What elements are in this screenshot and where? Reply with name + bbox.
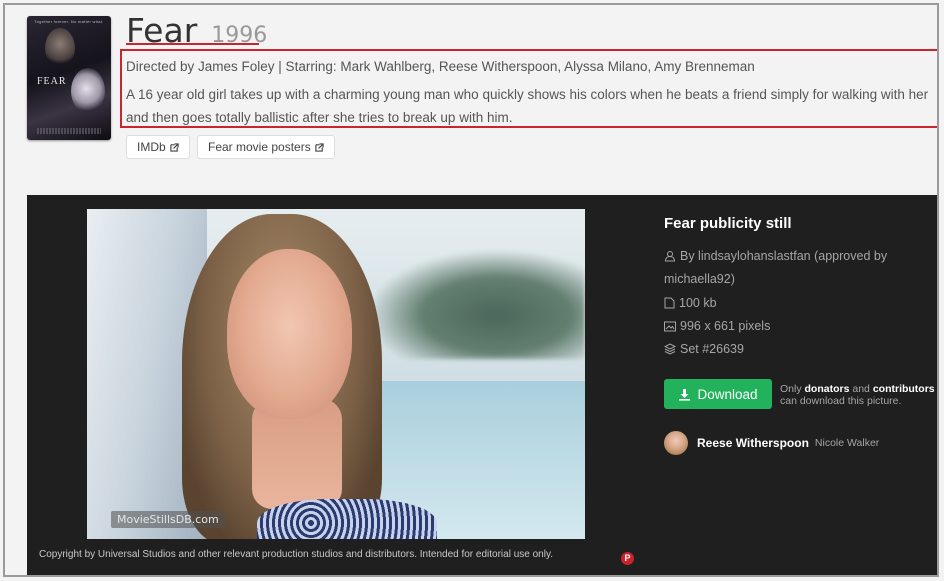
poster-title: FEAR xyxy=(37,76,67,87)
posters-button-label: Fear movie posters xyxy=(208,140,311,154)
note-suffix: can download this picture. xyxy=(780,395,902,407)
download-label: Download xyxy=(697,386,758,402)
actor-role: Nicole Walker xyxy=(814,437,880,449)
dimensions-info: 996 x 661 pixels xyxy=(664,315,770,338)
file-icon xyxy=(664,297,675,309)
pinterest-icon[interactable]: P xyxy=(621,552,634,565)
imdb-button-label: IMDb xyxy=(137,140,166,154)
filesize-info: 100 kb xyxy=(664,292,717,315)
uploader-text: By lindsaylohanslastfan (approved by mic… xyxy=(664,249,888,286)
watermark: MovieStillsDB.com xyxy=(111,511,225,528)
photo-face xyxy=(227,249,352,419)
set-info[interactable]: Set #26639 xyxy=(663,338,744,361)
user-icon xyxy=(664,251,676,262)
poster-tagline: Together forever. No matter what. xyxy=(34,19,104,24)
avatar xyxy=(664,431,688,455)
page-frame: Together forever. No matter what. FEAR F… xyxy=(3,3,939,577)
photo-trees xyxy=(365,249,585,359)
image-icon xyxy=(664,321,676,332)
posters-button[interactable]: Fear movie posters xyxy=(197,135,335,159)
photo-top xyxy=(257,499,437,539)
download-icon xyxy=(679,388,691,401)
external-link-icon xyxy=(169,142,179,152)
note-prefix: Only xyxy=(780,383,802,395)
dimensions-text: 996 x 661 pixels xyxy=(680,319,771,333)
contributors-link[interactable]: contributors xyxy=(873,383,935,395)
synopsis: A 16 year old girl takes up with a charm… xyxy=(126,87,929,125)
uploader-info: By lindsaylohanslastfan (approved by mic… xyxy=(664,245,904,291)
title-underline xyxy=(126,43,259,45)
download-restriction-note: Only donators and contributors can downl… xyxy=(780,383,937,407)
note-and: and xyxy=(852,383,870,395)
publicity-still-image[interactable]: MovieStillsDB.com xyxy=(87,209,585,539)
poster-credits xyxy=(37,128,101,134)
imdb-button[interactable]: IMDb xyxy=(126,135,190,159)
actor-name[interactable]: Reese Witherspoon xyxy=(697,436,809,450)
filesize-text: 100 kb xyxy=(679,296,717,310)
still-viewer-panel: MovieStillsDB.com Copyright by Universal… xyxy=(27,195,937,575)
actor-row[interactable]: Reese Witherspoon Nicole Walker xyxy=(664,431,879,455)
donators-link[interactable]: donators xyxy=(805,383,850,395)
set-text: Set #26639 xyxy=(680,342,744,356)
poster-face-male xyxy=(45,28,75,68)
still-heading: Fear publicity still xyxy=(664,215,792,232)
external-link-icon xyxy=(315,142,324,152)
movie-poster[interactable]: Together forever. No matter what. FEAR xyxy=(27,16,111,140)
credits-line: Directed by James Foley | Starring: Mark… xyxy=(126,59,755,74)
download-button[interactable]: Download xyxy=(664,379,772,409)
layers-icon xyxy=(663,343,677,355)
copyright-notice: Copyright by Universal Studios and other… xyxy=(39,549,553,560)
poster-face-female xyxy=(71,68,105,114)
